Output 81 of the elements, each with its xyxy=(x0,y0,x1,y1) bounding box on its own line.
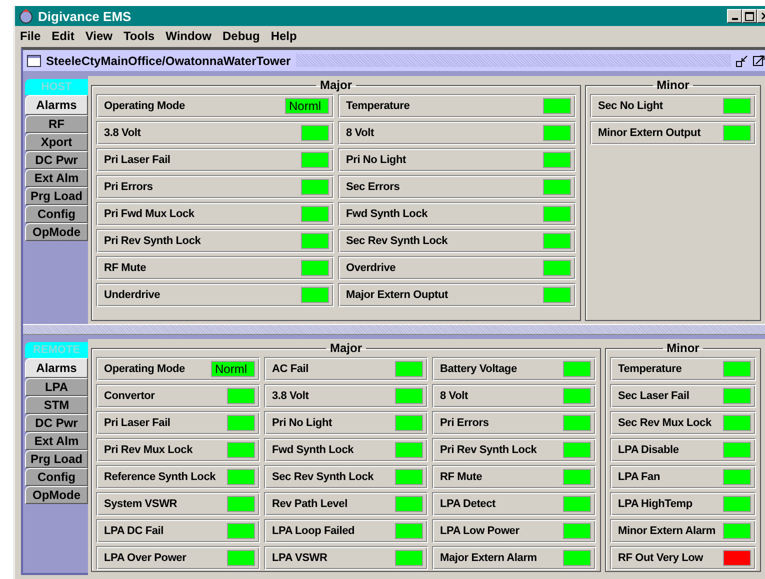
group-title: Major xyxy=(318,78,353,92)
side-tab[interactable]: Config xyxy=(25,205,88,223)
frame-title: SteeleCtyMainOffice/OwatonnaWaterTower xyxy=(46,54,291,68)
side-tab[interactable]: Ext Alm xyxy=(25,169,88,187)
alarm-label: AC Fail xyxy=(272,363,308,375)
alarm-label: Pri Laser Fail xyxy=(104,417,170,429)
alarm-label: Minor Extern Output xyxy=(598,127,701,139)
alarm-label: Operating Mode xyxy=(104,100,185,112)
alarm-label: LPA DC Fail xyxy=(104,525,164,537)
menu-item[interactable]: File xyxy=(20,29,41,43)
alarm-label: Pri Rev Synth Lock xyxy=(104,235,201,247)
alarm-label: System VSWR xyxy=(104,498,177,510)
alarm-label: Pri Laser Fail xyxy=(104,154,170,166)
side-tab[interactable]: Alarms xyxy=(25,95,88,115)
alarm-label: Pri Errors xyxy=(104,181,153,193)
alarm-label: Sec Errors xyxy=(346,181,400,193)
alarm-label: RF Mute xyxy=(104,262,146,274)
alarm-label: 3.8 Volt xyxy=(272,390,309,402)
alarm-label: Pri Errors xyxy=(440,417,489,429)
alarm-label: 8 Volt xyxy=(440,390,468,402)
alarm-label: RF Mute xyxy=(440,471,482,483)
alarm-label: Sec Rev Mux Lock xyxy=(618,417,712,429)
alarm-label: Pri Fwd Mux Lock xyxy=(104,208,194,220)
side-tab[interactable]: STM xyxy=(25,396,88,414)
menu-item[interactable]: Debug xyxy=(222,29,260,43)
alarm-label: LPA Fan xyxy=(618,471,660,483)
alarm-label: Sec Rev Synth Lock xyxy=(346,235,448,247)
menu-item[interactable]: Edit xyxy=(52,29,74,43)
alarm-label: Pri No Light xyxy=(346,154,406,166)
alarm-label: Temperature xyxy=(618,363,682,375)
alarm-label: LPA HighTemp xyxy=(618,498,692,510)
alarm-label: Fwd Synth Lock xyxy=(346,208,428,220)
alarm-label: LPA Loop Failed xyxy=(272,525,355,537)
alarm-label: Operating Mode xyxy=(104,363,185,375)
menu-item[interactable]: Window xyxy=(166,29,212,43)
side-tab[interactable]: Prg Load xyxy=(25,450,88,468)
group-title: Major xyxy=(328,341,363,355)
alarm-label: Fwd Synth Lock xyxy=(272,444,354,456)
alarm-label: Pri Rev Mux Lock xyxy=(104,444,192,456)
alarm-label: LPA Over Power xyxy=(104,552,186,564)
alarm-label: 8 Volt xyxy=(346,127,374,139)
side-tab[interactable]: Ext Alm xyxy=(25,432,88,450)
status-indicator: Norml xyxy=(285,98,329,114)
side-tab[interactable]: DC Pwr xyxy=(25,151,88,169)
alarm-label: LPA Detect xyxy=(440,498,496,510)
alarm-label: Major Extern Ouptut xyxy=(346,289,448,301)
alarm-label: Overdrive xyxy=(346,262,396,274)
alarm-label: Sec No Light xyxy=(598,100,663,112)
side-tab[interactable]: Alarms xyxy=(25,358,88,378)
alarm-label: RF Out Very Low xyxy=(618,552,704,564)
side-tab[interactable]: LPA xyxy=(25,378,88,396)
alarm-label: Rev Path Level xyxy=(272,498,348,510)
menu-item[interactable]: Help xyxy=(270,29,297,43)
side-tab[interactable]: OpMode xyxy=(25,223,88,241)
alarm-label: LPA Low Power xyxy=(440,525,520,537)
alarm-label: Sec Laser Fail xyxy=(618,390,690,402)
side-tab[interactable]: RF xyxy=(25,115,88,133)
alarm-label: Major Extern Alarm xyxy=(440,552,537,564)
side-tab[interactable]: Prg Load xyxy=(25,187,88,205)
group-title: Minor xyxy=(656,78,690,92)
menu-item[interactable]: View xyxy=(85,29,112,43)
alarm-label: LPA VSWR xyxy=(272,552,328,564)
alarm-label: Battery Voltage xyxy=(440,363,517,375)
window-title: Digivance EMS xyxy=(38,8,132,24)
alarm-label: Minor Extern Alarm xyxy=(618,525,716,537)
menu-item[interactable]: Tools xyxy=(123,29,155,43)
group-title: Minor xyxy=(666,341,700,355)
alarm-label: Temperature xyxy=(346,100,410,112)
side-tab[interactable]: Config xyxy=(25,468,88,486)
alarm-label: 3.8 Volt xyxy=(104,127,141,139)
status-indicator: Norml xyxy=(211,361,255,377)
alarm-label: Pri Rev Synth Lock xyxy=(440,444,537,456)
side-tab[interactable]: OpMode xyxy=(25,486,88,504)
alarm-label: LPA Disable xyxy=(618,444,679,456)
alarm-label: Pri No Light xyxy=(272,417,332,429)
side-tab[interactable]: Xport xyxy=(25,133,88,151)
alarm-label: Convertor xyxy=(104,390,155,402)
alarm-label: Underdrive xyxy=(104,289,160,301)
alarm-label: Sec Rev Synth Lock xyxy=(272,471,374,483)
alarm-label: Reference Synth Lock xyxy=(104,471,216,483)
side-tab[interactable]: DC Pwr xyxy=(25,414,88,432)
